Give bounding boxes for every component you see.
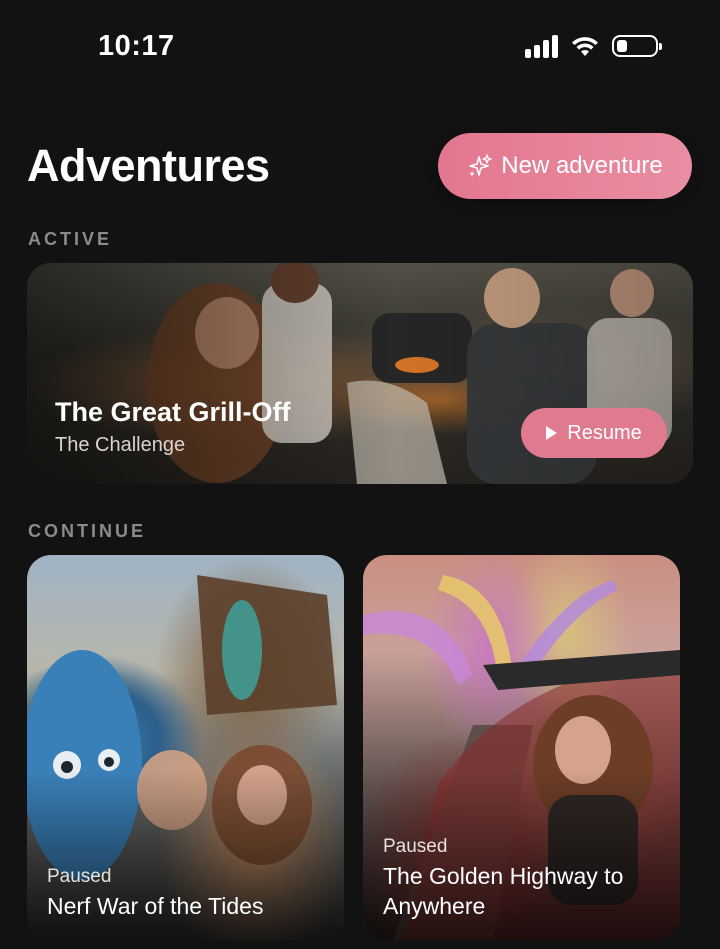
card-status: Paused — [47, 866, 112, 887]
new-adventure-button[interactable]: New adventure — [438, 133, 692, 199]
clock: 10:17 — [98, 30, 175, 62]
section-label-continue: CONTINUE — [28, 521, 146, 541]
active-adventure-card[interactable]: The Great Grill-Off The Challenge Resume — [27, 263, 693, 484]
resume-button[interactable]: Resume — [521, 408, 667, 458]
card-title: The Golden Highway to Anywhere — [383, 863, 624, 919]
wifi-icon — [572, 37, 598, 56]
status-bar: 10:17 — [0, 0, 720, 100]
play-icon — [546, 426, 558, 440]
status-icons — [525, 34, 662, 58]
section-label-active: ACTIVE — [28, 229, 113, 249]
battery-icon — [612, 35, 662, 57]
active-adventure-subtitle: The Challenge — [55, 434, 186, 456]
cellular-signal-icon — [525, 34, 558, 58]
active-adventure-title: The Great Grill-Off — [55, 397, 291, 427]
page-title: Adventures — [27, 140, 270, 191]
continue-card-nerf-war[interactable]: Paused Nerf War of the Tides — [27, 555, 344, 940]
card-title: Nerf War of the Tides — [47, 893, 264, 919]
sparkles-icon — [469, 154, 492, 177]
new-adventure-label: New adventure — [501, 152, 663, 179]
resume-label: Resume — [567, 421, 642, 444]
card-status: Paused — [383, 836, 448, 857]
continue-card-golden-highway[interactable]: Paused The Golden Highway to Anywhere — [363, 555, 680, 940]
